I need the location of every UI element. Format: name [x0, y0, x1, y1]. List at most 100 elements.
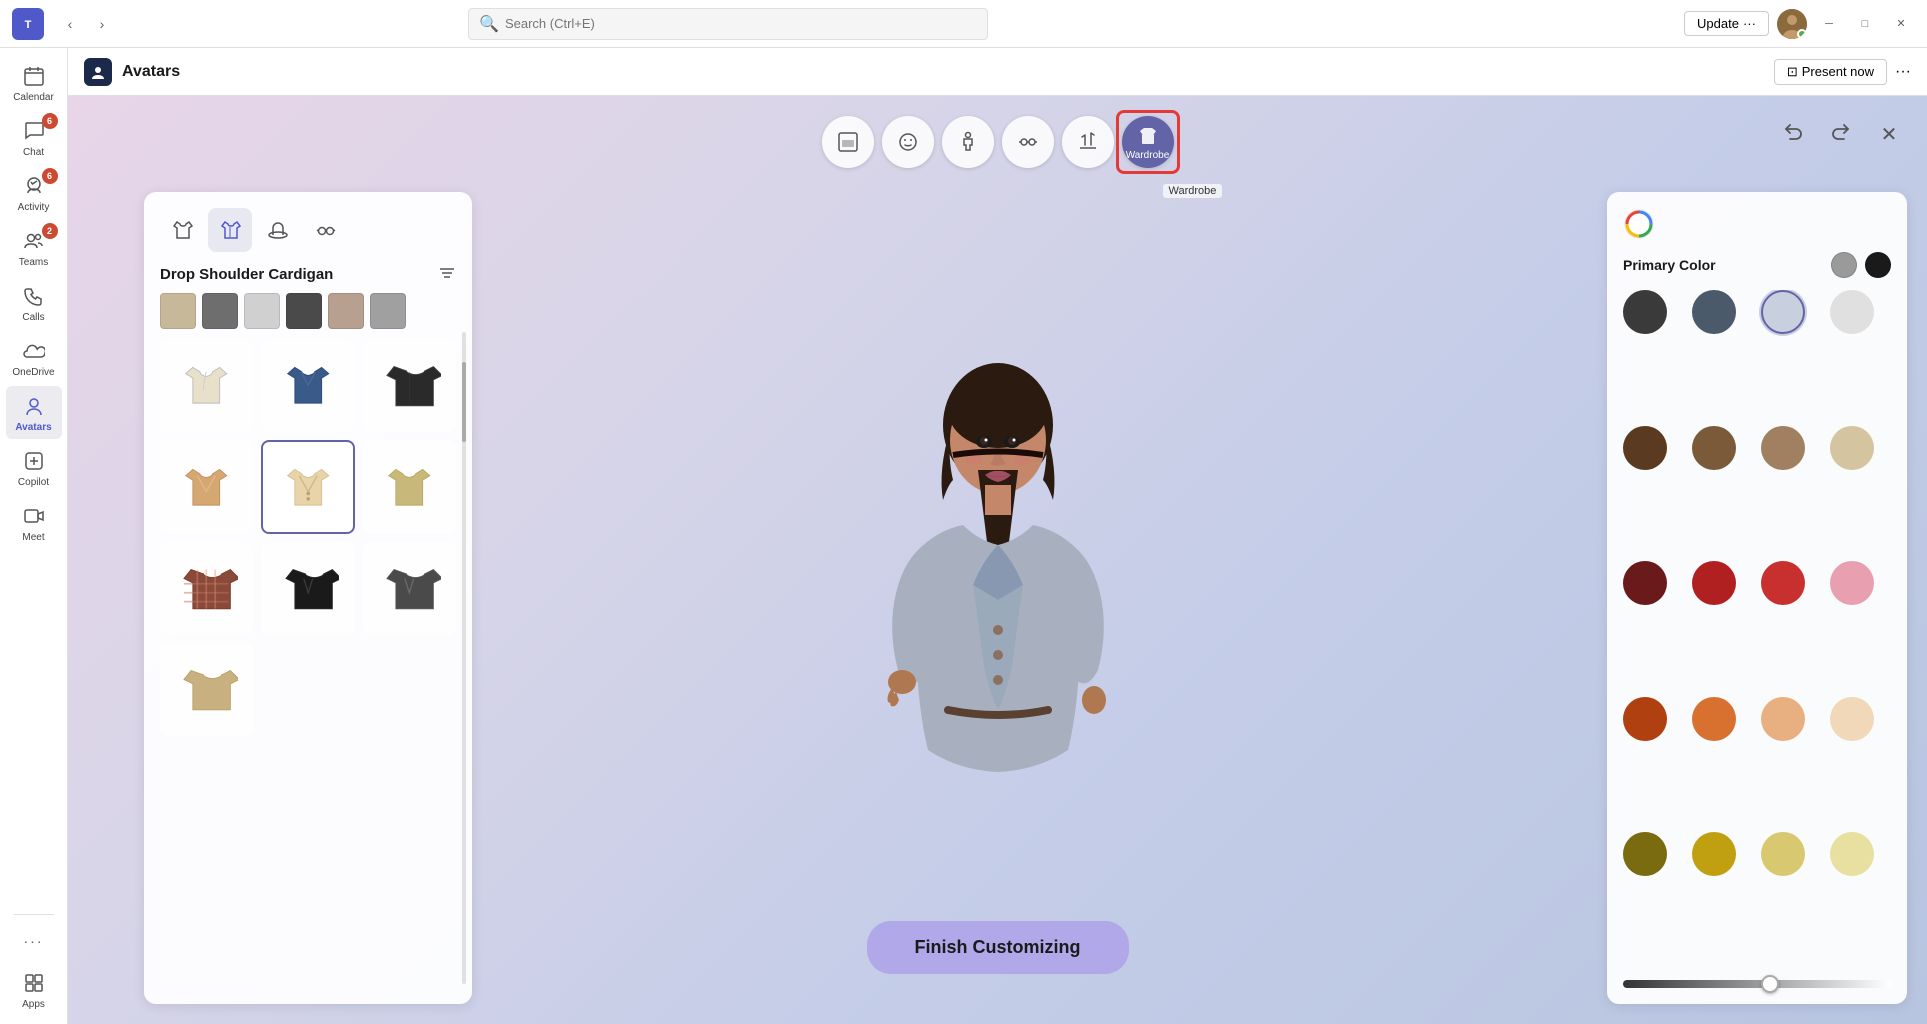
- color-swatch-light-tan[interactable]: [1830, 426, 1874, 470]
- color-swatch-dark-gray[interactable]: [1623, 290, 1667, 334]
- clothing-item-6[interactable]: [363, 440, 456, 533]
- nav-buttons: ‹ ›: [56, 10, 116, 38]
- editor-area: Wardrobe Wardrobe: [68, 96, 1927, 1024]
- close-editor-button[interactable]: ✕: [1871, 116, 1907, 152]
- wardrobe-scrollbar-thumb[interactable]: [462, 362, 466, 442]
- search-bar[interactable]: 🔍: [468, 8, 988, 40]
- sidebar-item-chat[interactable]: Chat 6: [6, 111, 62, 164]
- avatars-label: Avatars: [15, 422, 51, 433]
- color-swatch-olive[interactable]: [1623, 832, 1667, 876]
- wardrobe-label: Wardrobe: [1126, 150, 1170, 161]
- wardrobe-title: Drop Shoulder Cardigan: [160, 266, 333, 283]
- sidebar-item-avatars[interactable]: Avatars: [6, 386, 62, 439]
- teams-badge: 2: [42, 223, 58, 239]
- toolbar-pose-button[interactable]: [822, 116, 874, 168]
- avatars-icon: [20, 392, 48, 420]
- sidebar-item-copilot[interactable]: Copilot: [6, 441, 62, 494]
- online-indicator: [1797, 29, 1807, 39]
- wardrobe-tab-cardigan[interactable]: [208, 208, 252, 252]
- svg-text:T: T: [25, 19, 32, 31]
- close-button[interactable]: ✕: [1887, 10, 1915, 38]
- more-options-button[interactable]: ···: [1895, 63, 1911, 81]
- maximize-button[interactable]: □: [1851, 10, 1879, 38]
- color-thumb-3[interactable]: [286, 293, 322, 329]
- clothing-item-9[interactable]: [363, 542, 456, 635]
- color-swatch-red[interactable]: [1692, 561, 1736, 605]
- toolbar-body-button[interactable]: [942, 116, 994, 168]
- sidebar-item-activity[interactable]: Activity 6: [6, 166, 62, 219]
- search-input[interactable]: [505, 16, 977, 31]
- redo-button[interactable]: [1823, 116, 1859, 152]
- wardrobe-tab-glasses[interactable]: [304, 208, 348, 252]
- toolbar-reactions-button[interactable]: [1062, 116, 1114, 168]
- primary-swatch-black[interactable]: [1865, 252, 1891, 278]
- primary-swatches: [1831, 252, 1891, 278]
- minimize-button[interactable]: ─: [1815, 10, 1843, 38]
- wardrobe-scroll-area[interactable]: [160, 339, 456, 988]
- wardrobe-header: Drop Shoulder Cardigan: [160, 264, 456, 285]
- sidebar-item-more[interactable]: ···: [6, 921, 62, 961]
- color-swatch-light-gray[interactable]: [1830, 290, 1874, 334]
- wardrobe-scrollbar[interactable]: [462, 332, 466, 984]
- color-swatch-orange[interactable]: [1692, 697, 1736, 741]
- toolbar-accessories-button[interactable]: [1002, 116, 1054, 168]
- color-swatch-dark-red[interactable]: [1623, 561, 1667, 605]
- color-thumb-2[interactable]: [244, 293, 280, 329]
- clothing-item-7[interactable]: [160, 542, 253, 635]
- sidebar-item-teams[interactable]: Teams 2: [6, 221, 62, 274]
- update-button[interactable]: Update ···: [1684, 11, 1769, 36]
- onedrive-label: OneDrive: [12, 367, 54, 378]
- wardrobe-tab-shirt[interactable]: [160, 208, 204, 252]
- editor-toolbar: Wardrobe: [822, 116, 1174, 168]
- finish-customizing-button[interactable]: Finish Customizing: [867, 921, 1129, 974]
- color-swatch-medium-brown[interactable]: [1692, 426, 1736, 470]
- clothing-item-1[interactable]: [160, 339, 253, 432]
- color-swatch-light-yellow[interactable]: [1830, 832, 1874, 876]
- user-avatar[interactable]: [1777, 9, 1807, 39]
- color-panel: Primary Color: [1607, 192, 1907, 1004]
- color-swatch-gold[interactable]: [1692, 832, 1736, 876]
- brightness-thumb[interactable]: [1761, 975, 1779, 993]
- forward-button[interactable]: ›: [88, 10, 116, 38]
- color-thumb-1[interactable]: [202, 293, 238, 329]
- sidebar-item-calendar[interactable]: Calendar: [6, 56, 62, 109]
- clothing-item-10[interactable]: [160, 643, 253, 736]
- teams-label: Teams: [19, 257, 48, 268]
- app-title: Avatars: [122, 63, 180, 81]
- brightness-slider[interactable]: [1623, 980, 1891, 988]
- color-thumb-5[interactable]: [370, 293, 406, 329]
- color-swatch-tan[interactable]: [1761, 426, 1805, 470]
- meet-icon: [20, 502, 48, 530]
- color-swatch-light-orange[interactable]: [1761, 697, 1805, 741]
- color-thumb-4[interactable]: [328, 293, 364, 329]
- color-swatch-yellow[interactable]: [1761, 832, 1805, 876]
- back-button[interactable]: ‹: [56, 10, 84, 38]
- clothing-item-5[interactable]: [261, 440, 354, 533]
- filter-button[interactable]: [438, 264, 456, 285]
- clothing-item-2[interactable]: [261, 339, 354, 432]
- clothing-item-3[interactable]: [363, 339, 456, 432]
- sidebar-item-onedrive[interactable]: OneDrive: [6, 331, 62, 384]
- toolbar-wardrobe-button[interactable]: Wardrobe: [1122, 116, 1174, 168]
- color-swatch-bright-red[interactable]: [1761, 561, 1805, 605]
- more-icon: ···: [20, 927, 48, 955]
- color-swatch-dark-orange[interactable]: [1623, 697, 1667, 741]
- color-swatch-light-blue-gray[interactable]: [1761, 290, 1805, 334]
- primary-swatch-gray[interactable]: [1831, 252, 1857, 278]
- toolbar-face-button[interactable]: [882, 116, 934, 168]
- color-swatch-pink[interactable]: [1830, 561, 1874, 605]
- wardrobe-tab-hat[interactable]: [256, 208, 300, 252]
- color-swatch-dark-brown[interactable]: [1623, 426, 1667, 470]
- clothing-item-4[interactable]: [160, 440, 253, 533]
- clothing-item-8[interactable]: [261, 542, 354, 635]
- sidebar-item-calls[interactable]: Calls: [6, 276, 62, 329]
- present-now-button[interactable]: ⊡ Present now: [1774, 59, 1887, 85]
- undo-button[interactable]: [1775, 116, 1811, 152]
- color-thumb-0[interactable]: [160, 293, 196, 329]
- color-swatch-peach[interactable]: [1830, 697, 1874, 741]
- color-grid: [1623, 290, 1891, 960]
- sidebar-item-apps[interactable]: Apps: [6, 963, 62, 1016]
- clothing-grid: [160, 339, 456, 736]
- color-swatch-blue-gray[interactable]: [1692, 290, 1736, 334]
- sidebar-item-meet[interactable]: Meet: [6, 496, 62, 549]
